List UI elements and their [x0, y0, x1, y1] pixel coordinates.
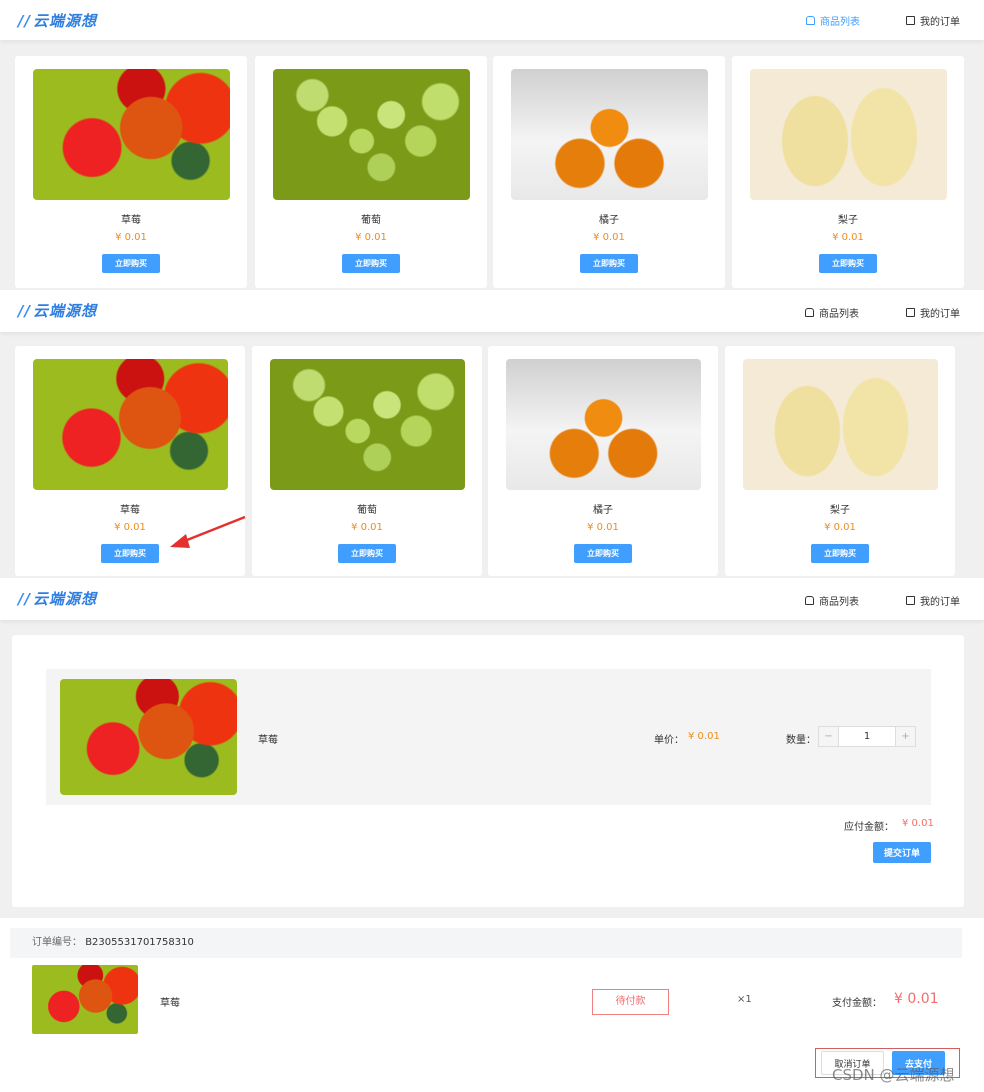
red-arrow-annotation — [170, 515, 246, 548]
